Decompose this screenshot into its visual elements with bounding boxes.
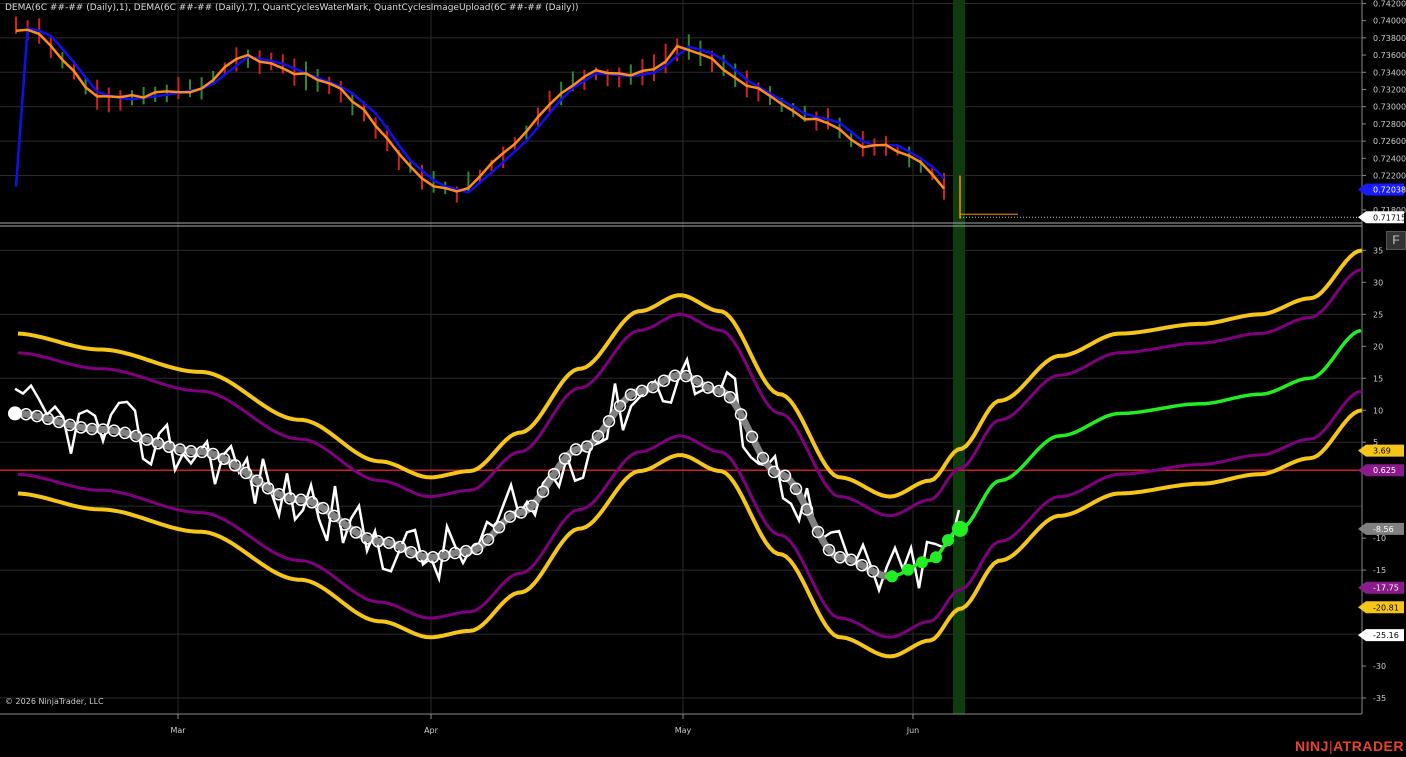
brand-right: ATRADER xyxy=(1333,738,1404,754)
upper-axis-label: 0.73800 xyxy=(1373,34,1406,43)
upper-axis-label: 0.73000 xyxy=(1373,103,1406,112)
lower-axis-label: -30 xyxy=(1373,662,1386,671)
time-axis-label: Jun xyxy=(906,726,920,735)
ninjatrader-logo: NINJ|ATRADER xyxy=(1295,738,1404,754)
projection-dot xyxy=(942,534,954,547)
upper-axis-label: 0.74000 xyxy=(1373,17,1406,26)
lower-axis-label: 20 xyxy=(1373,342,1383,351)
lower-axis-label: -15 xyxy=(1373,566,1386,575)
upper-axis-label: 0.72600 xyxy=(1373,137,1406,146)
lower-value-marker-text: 0.625 xyxy=(1373,466,1396,475)
lower-yellow-band xyxy=(17,408,1363,659)
time-axis-label: Apr xyxy=(424,726,439,735)
time-axis-label: Mar xyxy=(170,726,186,735)
upper-axis-label: 0.73200 xyxy=(1373,85,1406,94)
projection-dot xyxy=(930,551,942,564)
indicator-label: DEMA(6C ##-## (Daily),1), DEMA(6C ##-## … xyxy=(5,3,579,13)
brand-left: NINJ xyxy=(1295,738,1329,754)
upper-price-marker-text: 0.71715 xyxy=(1373,213,1406,222)
lower-axis-label: -35 xyxy=(1373,694,1386,703)
lower-axis-label: 10 xyxy=(1373,406,1383,415)
lower-axis-label: 30 xyxy=(1373,278,1383,287)
projection-current-dot xyxy=(952,520,968,537)
upper-axis-label: 0.72800 xyxy=(1373,120,1406,129)
cycle-start-dot xyxy=(8,406,22,421)
raw-oscillator-line xyxy=(14,355,961,594)
upper-price-marker-text: 0.72038 xyxy=(1373,185,1406,194)
lower-value-marker-text: -25.16 xyxy=(1373,631,1399,640)
lower-axis-label: 25 xyxy=(1373,310,1383,319)
upper-axis-label: 0.73600 xyxy=(1373,51,1406,60)
projection-dot xyxy=(902,563,914,576)
f-button[interactable]: F xyxy=(1386,231,1406,250)
lower-purple-band xyxy=(17,389,1363,639)
upper-axis-label: 0.72400 xyxy=(1373,154,1406,163)
lower-value-marker-text: 3.69 xyxy=(1373,447,1391,456)
copyright-text: © 2026 NinjaTrader, LLC xyxy=(5,697,104,706)
projection-dot xyxy=(916,556,928,569)
lower-axis-label: 35 xyxy=(1373,246,1383,255)
lower-axis-label: 15 xyxy=(1373,374,1383,383)
lower-axis-label: -10 xyxy=(1373,534,1386,543)
upper-axis-label: 0.72200 xyxy=(1373,172,1406,181)
upper-purple-band xyxy=(17,268,1363,518)
upper-axis-label: 0.73400 xyxy=(1373,68,1406,77)
upper-axis-label: 0.74200 xyxy=(1373,0,1406,8)
lower-value-marker-text: -8.56 xyxy=(1373,525,1394,534)
chart-canvas[interactable]: 0.74200 0.74000 0.73800 0.73600 0.73400 0.732… xyxy=(0,0,1406,757)
lower-value-marker-text: -17.75 xyxy=(1373,584,1399,593)
lower-value-marker-text: -20.81 xyxy=(1373,603,1399,612)
time-axis-label: May xyxy=(675,726,692,735)
projection-dot xyxy=(886,570,898,583)
